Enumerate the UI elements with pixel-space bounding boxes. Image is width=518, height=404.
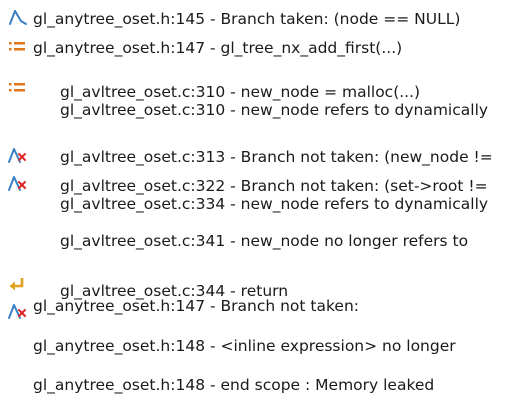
trace-event-line[interactable]: gl_avltree_oset.c:310 - new_node = mallo… — [60, 83, 420, 101]
trace-event-line[interactable]: gl_avltree_oset.c:334 - new_node refers … — [60, 195, 488, 213]
trace-event-line[interactable]: gl_anytree_oset.h:145 - Branch taken: (n… — [33, 10, 460, 28]
branch-not-taken-icon — [6, 301, 28, 321]
trace-event-line[interactable]: gl_anytree_oset.h:148 - <inline expressi… — [33, 337, 456, 355]
trace-event-line[interactable]: gl_avltree_oset.c:341 - new_node no long… — [60, 232, 468, 250]
branch-not-taken-icon — [6, 145, 28, 165]
trace-event-line[interactable]: gl_anytree_oset.h:147 - gl_tree_nx_add_f… — [33, 39, 402, 57]
trace-event-line[interactable]: gl_avltree_oset.c:310 - new_node refers … — [60, 101, 488, 119]
branch-taken-icon — [6, 7, 28, 27]
trace-panel: gl_anytree_oset.h:145 - Branch taken: (n… — [0, 0, 518, 404]
list-event-icon — [6, 78, 28, 98]
trace-event-line[interactable]: gl_avltree_oset.c:322 - Branch not taken… — [60, 177, 488, 195]
branch-not-taken-icon — [6, 173, 28, 193]
trace-event-line[interactable]: gl_anytree_oset.h:148 - end scope : Memo… — [33, 376, 434, 394]
trace-event-line[interactable]: gl_anytree_oset.h:147 - Branch not taken… — [33, 297, 359, 315]
return-arrow-icon — [6, 275, 28, 295]
list-event-icon — [6, 37, 28, 57]
trace-event-line[interactable]: gl_avltree_oset.c:313 - Branch not taken… — [60, 148, 493, 166]
